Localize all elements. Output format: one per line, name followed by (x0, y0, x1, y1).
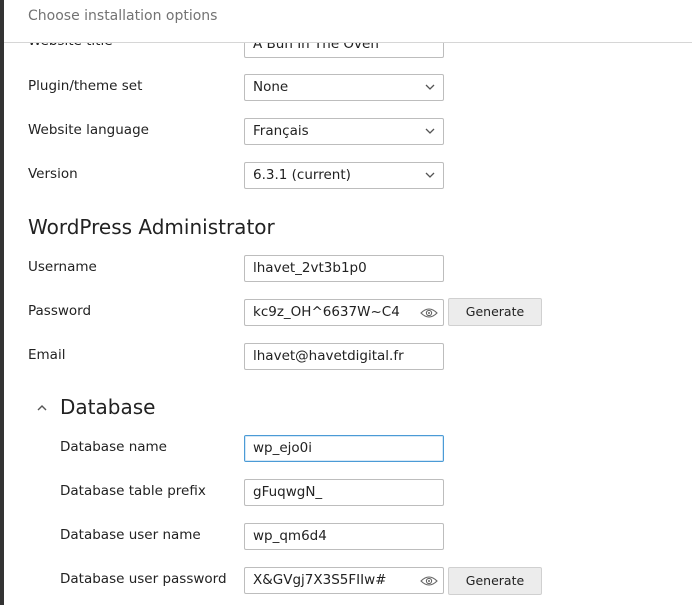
chevron-down-icon (425, 84, 435, 90)
username-label: Username (28, 259, 97, 275)
database-table-prefix-label: Database table prefix (60, 483, 206, 499)
version-value: 6.3.1 (current) (253, 167, 351, 183)
password-value: kc9z_OH^6637W~C4 (253, 304, 400, 320)
eye-icon[interactable] (420, 575, 438, 587)
email-label: Email (28, 347, 66, 363)
database-name-input[interactable]: wp_ejo0i (244, 435, 444, 462)
admin-section-title: WordPress Administrator (28, 215, 275, 239)
username-input[interactable]: lhavet_2vt3b1p0 (244, 255, 444, 282)
website-language-label: Website language (28, 122, 149, 138)
chevron-up-icon[interactable] (36, 403, 48, 413)
email-input[interactable]: lhavet@havetdigital.fr (244, 343, 444, 370)
dialog-title: Choose installation options (28, 8, 218, 24)
database-password-value: X&GVgj7X3S5FIIw# (253, 572, 387, 588)
website-language-select[interactable]: Français (244, 118, 444, 145)
database-user-password-input[interactable]: X&GVgj7X3S5FIIw# (244, 567, 444, 594)
left-edge-bar (0, 0, 4, 605)
password-input[interactable]: kc9z_OH^6637W~C4 (244, 299, 444, 326)
plugin-theme-set-value: None (253, 79, 289, 95)
database-section-title[interactable]: Database (60, 395, 155, 419)
eye-icon[interactable] (420, 307, 438, 319)
password-label: Password (28, 303, 92, 319)
chevron-down-icon (425, 128, 435, 134)
website-language-value: Français (253, 123, 309, 139)
plugin-theme-set-select[interactable]: None (244, 74, 444, 101)
database-name-label: Database name (60, 439, 167, 455)
version-label: Version (28, 166, 78, 182)
chevron-down-icon (425, 172, 435, 178)
generate-password-button[interactable]: Generate (448, 298, 542, 326)
dialog-header: Choose installation options (4, 0, 692, 43)
database-table-prefix-input[interactable]: gFuqwgN_ (244, 479, 444, 506)
database-user-name-input[interactable]: wp_qm6d4 (244, 523, 444, 550)
database-user-name-label: Database user name (60, 527, 201, 543)
plugin-theme-set-label: Plugin/theme set (28, 78, 143, 94)
version-select[interactable]: 6.3.1 (current) (244, 162, 444, 189)
generate-database-password-button[interactable]: Generate (448, 567, 542, 595)
database-user-password-label: Database user password (60, 571, 227, 587)
